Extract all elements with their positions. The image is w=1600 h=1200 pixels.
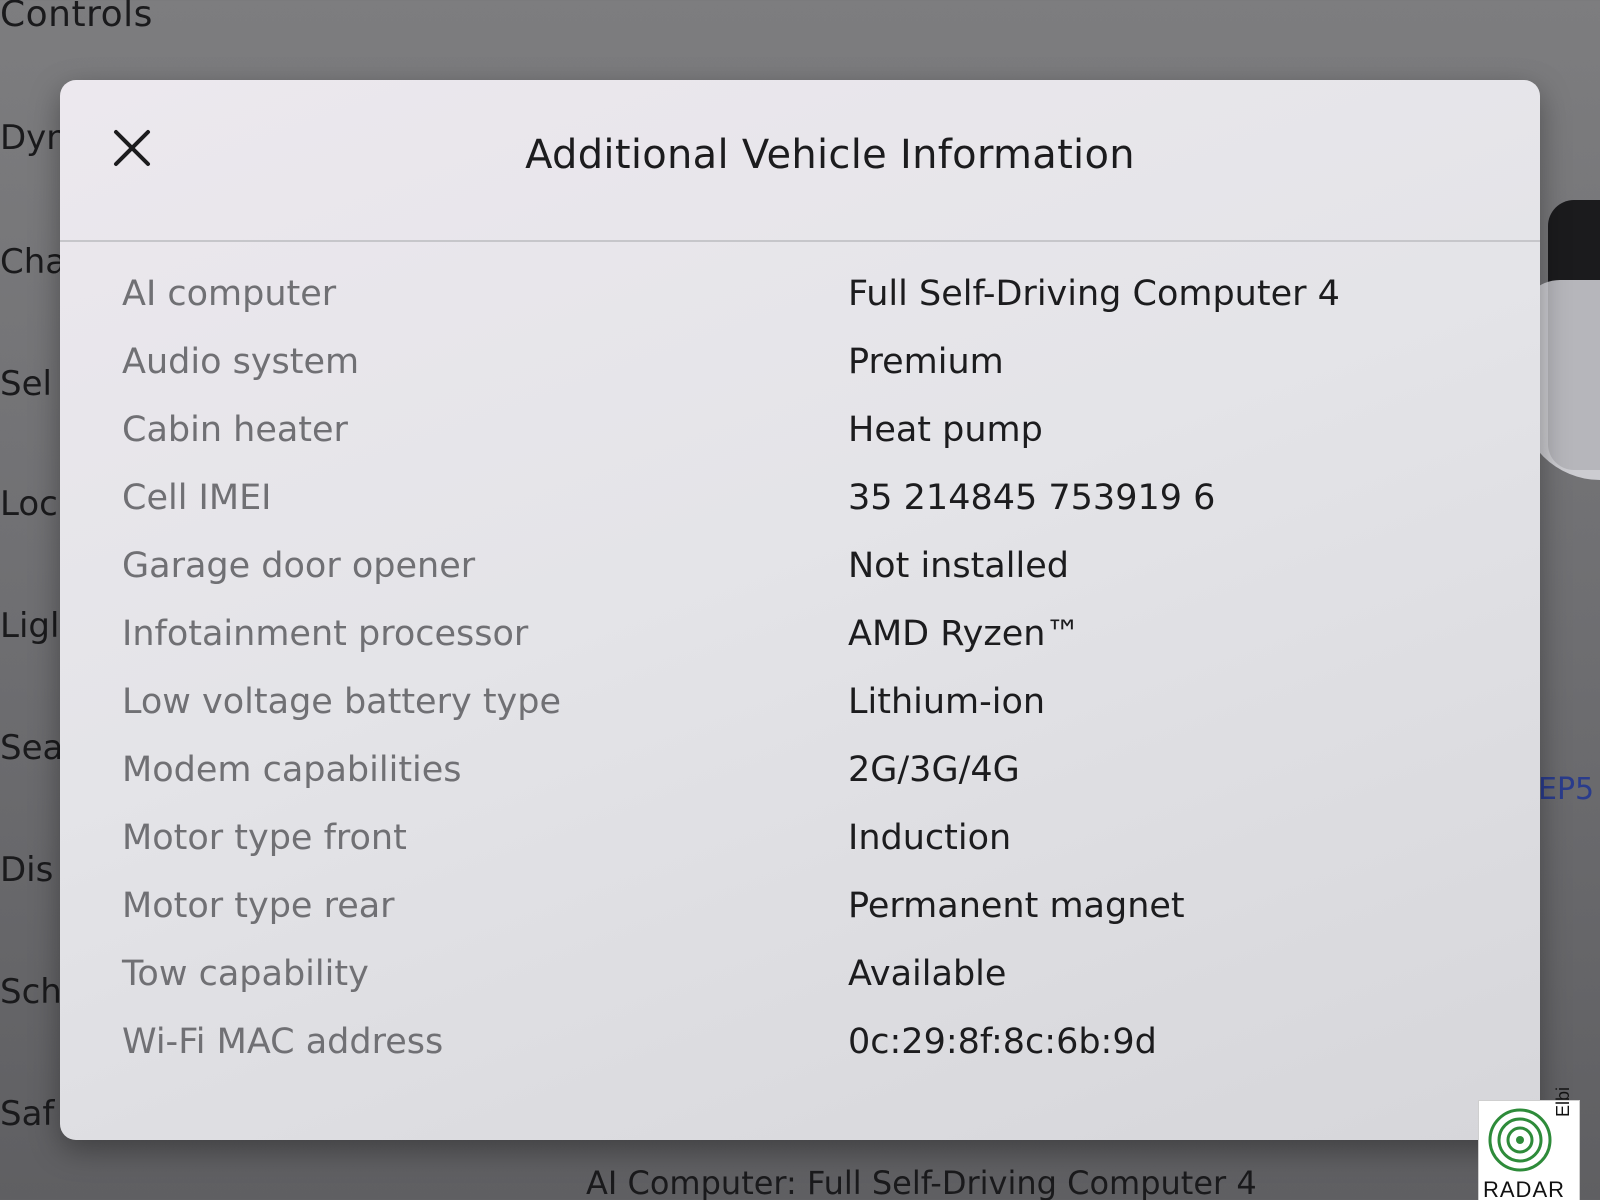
info-value: Full Self-Driving Computer 4 xyxy=(848,274,1340,314)
radar-logo-icon xyxy=(1488,1108,1552,1172)
info-value: 35 214845 753919 6 xyxy=(848,478,1216,518)
background-title: Controls xyxy=(0,0,153,35)
info-value: Induction xyxy=(848,818,1012,858)
background-link[interactable]: EP5 xyxy=(1538,772,1600,807)
info-label: Motor type rear xyxy=(122,886,395,926)
radar-watermark-logo: Elbi RADAR xyxy=(1478,1087,1580,1200)
info-value: Permanent magnet xyxy=(848,886,1185,926)
info-value: Not installed xyxy=(848,546,1069,586)
info-row-motor-type-rear: Motor type rear Permanent magnet xyxy=(60,872,1540,940)
info-row-audio-system: Audio system Premium xyxy=(60,328,1540,396)
info-value: Premium xyxy=(848,342,1004,382)
modal-header: Additional Vehicle Information xyxy=(60,80,1540,242)
watermark-text: RADAR xyxy=(1483,1177,1566,1200)
info-row-tow-capability: Tow capability Available xyxy=(60,940,1540,1008)
info-label: Infotainment processor xyxy=(122,614,529,654)
info-label: Low voltage battery type xyxy=(122,682,562,722)
info-label: AI computer xyxy=(122,274,337,314)
info-label: Cell IMEI xyxy=(122,478,272,518)
info-row-ai-computer: AI computer Full Self-Driving Computer 4 xyxy=(60,260,1540,328)
info-value: 0c:29:8f:8c:6b:9d xyxy=(848,1022,1157,1062)
modal-title: Additional Vehicle Information xyxy=(525,132,1135,178)
info-value: Lithium-ion xyxy=(848,682,1046,722)
info-label: Garage door opener xyxy=(122,546,476,586)
info-row-low-voltage-battery: Low voltage battery type Lithium-ion xyxy=(60,668,1540,736)
vehicle-info-modal: Additional Vehicle Information AI comput… xyxy=(60,80,1540,1140)
info-value: AMD Ryzen™ xyxy=(848,614,1081,654)
info-value: Heat pump xyxy=(848,410,1043,450)
info-label: Wi-Fi MAC address xyxy=(122,1022,444,1062)
vehicle-info-list: AI computer Full Self-Driving Computer 4… xyxy=(60,260,1540,1076)
info-row-cell-imei: Cell IMEI 35 214845 753919 6 xyxy=(60,464,1540,532)
info-label: Tow capability xyxy=(122,954,369,994)
info-row-garage-door-opener: Garage door opener Not installed xyxy=(60,532,1540,600)
info-label: Motor type front xyxy=(122,818,407,858)
info-row-wifi-mac-address: Wi-Fi MAC address 0c:29:8f:8c:6b:9d xyxy=(60,1008,1540,1076)
info-value: Available xyxy=(848,954,1007,994)
info-value: 2G/3G/4G xyxy=(848,750,1020,790)
info-label: Audio system xyxy=(122,342,360,382)
watermark-side-text: Elbi xyxy=(1553,1086,1573,1117)
info-label: Cabin heater xyxy=(122,410,348,450)
background-ai-computer-text: AI Computer: Full Self-Driving Computer … xyxy=(586,1164,1257,1200)
info-label: Modem capabilities xyxy=(122,750,462,790)
info-row-infotainment-processor: Infotainment processor AMD Ryzen™ xyxy=(60,600,1540,668)
info-row-modem-capabilities: Modem capabilities 2G/3G/4G xyxy=(60,736,1540,804)
info-row-cabin-heater: Cabin heater Heat pump xyxy=(60,396,1540,464)
info-row-motor-type-front: Motor type front Induction xyxy=(60,804,1540,872)
